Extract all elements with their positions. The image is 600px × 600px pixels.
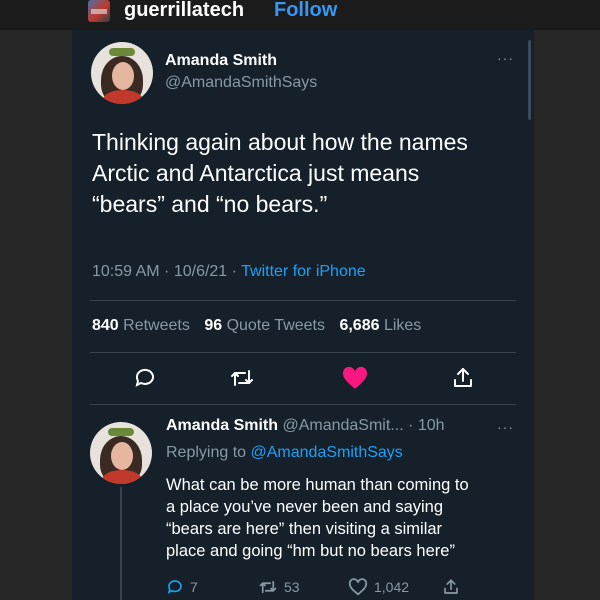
tweet-stats: 840 Retweets 96 Quote Tweets 6,686 Likes [92, 317, 421, 335]
author-name[interactable]: Amanda Smith [165, 52, 277, 70]
tweet-text-line: Arctic and Antarctica just means [92, 160, 420, 186]
reply-retweet-count: 53 [284, 579, 300, 595]
tweet-meta: 10:59 AM · 10/6/21 · Twitter for iPhone [92, 263, 366, 281]
reply-button[interactable] [131, 364, 159, 392]
reply-text-line: What can be more human than coming to [166, 476, 469, 494]
reply-author-avatar[interactable] [90, 422, 152, 484]
reply-author-handle-time[interactable]: @AmandaSmit... · 10h [282, 417, 444, 434]
reply-like-count: 1,042 [374, 579, 410, 595]
heart-outline-icon [348, 578, 368, 596]
scrollbar-thumb[interactable] [528, 40, 531, 120]
divider [90, 352, 516, 353]
share-icon [454, 368, 472, 387]
divider [90, 404, 516, 405]
reply-author-name[interactable]: Amanda Smith [166, 417, 278, 434]
tweet-text-line: “bears” and “no bears.” [92, 191, 328, 217]
replying-to-mention[interactable]: @AmandaSmithSays [251, 444, 403, 461]
comment-icon [135, 368, 154, 387]
reply-reply-button[interactable]: 7 [166, 578, 198, 596]
replying-to: Replying to @AmandaSmithSays [166, 444, 403, 461]
reply-like-button[interactable]: 1,042 [348, 578, 409, 596]
reply-text-line: “bears are here” then visiting a similar [166, 520, 443, 538]
share-button[interactable] [449, 364, 477, 392]
reply-text-line: a place you’ve never been and saying [166, 498, 444, 516]
comment-icon [167, 580, 182, 594]
reply-header: Amanda Smith @AmandaSmit... · 10h [166, 417, 445, 435]
reply-text: What can be more human than coming to a … [166, 474, 469, 562]
account-username[interactable]: guerrillatech [124, 0, 244, 22]
author-avatar[interactable] [91, 42, 153, 104]
tweet-source-link[interactable]: Twitter for iPhone [241, 263, 366, 280]
reply-reply-count: 7 [190, 579, 198, 595]
quote-tweets-stat[interactable]: 96 Quote Tweets [204, 317, 325, 334]
tweet-timestamp[interactable]: 10:59 AM · 10/6/21 · [92, 263, 241, 280]
retweet-icon [231, 370, 253, 386]
reply-more-options-icon[interactable]: ··· [497, 419, 514, 435]
reply-text-line: place and going “hm but no bears here” [166, 542, 455, 560]
tweet-text: Thinking again about how the names Arcti… [92, 127, 532, 220]
like-button[interactable] [341, 364, 369, 392]
instagram-post-header: guerrillatech Follow [0, 0, 600, 30]
tweet-text-line: Thinking again about how the names [92, 129, 468, 155]
retweet-button[interactable] [228, 364, 256, 392]
share-icon [444, 579, 458, 594]
retweet-icon [259, 580, 277, 594]
screenshot: guerrillatech Follow Amanda Smith @Amand… [0, 0, 600, 600]
retweets-stat[interactable]: 840 Retweets [92, 317, 190, 334]
reply-retweet-button[interactable]: 53 [258, 578, 300, 596]
divider [90, 300, 516, 301]
likes-stat[interactable]: 6,686 Likes [339, 317, 421, 334]
more-options-icon[interactable]: ··· [497, 50, 514, 66]
account-avatar[interactable] [88, 0, 110, 22]
reply-action-bar: 7 53 1,042 [0, 578, 600, 600]
reply-share-button[interactable] [442, 578, 460, 596]
author-handle[interactable]: @AmandaSmithSays [165, 74, 317, 92]
heart-icon [343, 366, 367, 389]
follow-button[interactable]: Follow [274, 0, 337, 22]
